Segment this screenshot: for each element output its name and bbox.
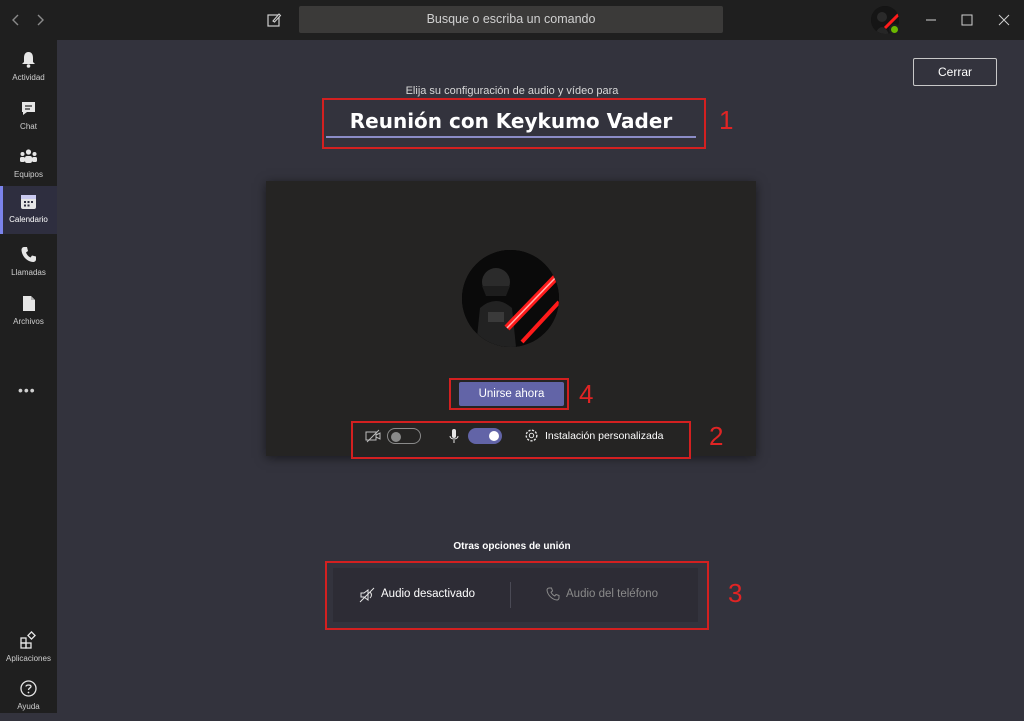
help-icon (19, 679, 38, 698)
rail-item-help[interactable]: Ayuda (0, 673, 57, 721)
phone-icon (19, 245, 38, 264)
annotation-number-1: 1 (719, 105, 734, 135)
page-subtitle: Elija su configuración de audio y vídeo … (405, 85, 619, 97)
rail-item-chat[interactable]: Chat (0, 93, 57, 141)
rail-item-label: Llamadas (11, 268, 46, 277)
rail-item-label: Chat (20, 122, 37, 131)
annotation-number-3: 3 (728, 578, 743, 608)
calendar-icon (19, 192, 38, 211)
apps-icon (19, 631, 38, 650)
compose-icon[interactable] (264, 10, 284, 30)
teams-icon (19, 147, 38, 166)
rail-item-files[interactable]: Archivos (0, 288, 57, 336)
rail-item-calls[interactable]: Llamadas (0, 239, 57, 287)
rail-item-label: Aplicaciones (6, 654, 51, 663)
minimize-icon[interactable] (921, 10, 941, 30)
rail-item-teams[interactable]: Equipos (0, 141, 57, 189)
bell-icon (19, 50, 38, 69)
annotation-box-2 (351, 421, 691, 459)
annotation-box-3 (325, 561, 709, 630)
back-icon[interactable] (6, 10, 26, 30)
title-bar: Busque o escriba un comando (0, 0, 1024, 40)
chat-icon (19, 99, 38, 118)
search-input[interactable]: Busque o escriba un comando (299, 6, 723, 33)
rail-item-apps[interactable]: Aplicaciones (0, 625, 57, 673)
annotation-box-1 (322, 98, 706, 149)
rail-item-activity[interactable]: Actividad (0, 44, 57, 92)
forward-icon[interactable] (30, 10, 50, 30)
file-icon (19, 294, 38, 313)
rail-item-calendar[interactable]: Calendario (0, 186, 57, 234)
annotation-number-2: 2 (709, 421, 724, 451)
other-options-title: Otras opciones de unión (453, 541, 571, 552)
rail-item-label: Archivos (13, 317, 44, 326)
rail-item-label: Actividad (12, 73, 45, 82)
rail-item-label: Calendario (9, 215, 48, 224)
more-apps-icon[interactable]: ••• (18, 383, 40, 397)
rail-item-label: Equipos (14, 170, 43, 179)
profile-avatar (462, 250, 559, 347)
rail-item-label: Ayuda (17, 702, 40, 711)
annotation-number-4: 4 (579, 379, 594, 409)
close-window-icon[interactable] (994, 10, 1014, 30)
maximize-icon[interactable] (957, 10, 977, 30)
annotation-box-4 (449, 378, 569, 410)
close-button[interactable]: Cerrar (913, 58, 997, 86)
app-rail: Actividad Chat Equipos Calendario Llamad… (0, 40, 57, 713)
presence-available-icon (889, 24, 900, 35)
